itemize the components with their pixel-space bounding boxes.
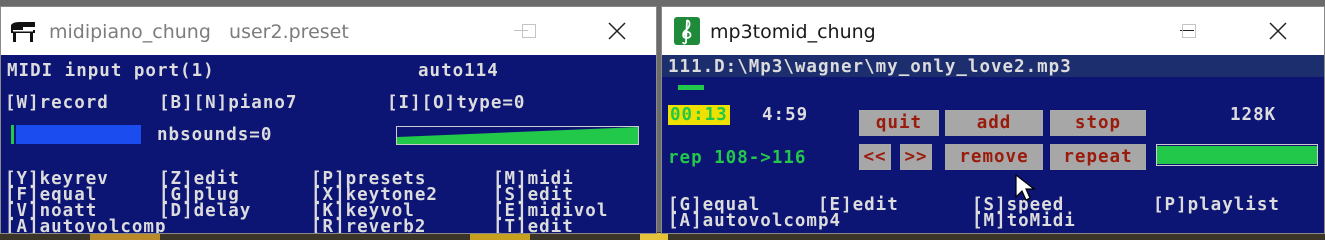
type-option[interactable]: [I][O]type=0 xyxy=(387,94,525,112)
next-button[interactable]: >> xyxy=(900,144,932,170)
rep-label: rep 108->116 xyxy=(668,148,807,168)
midipiano-window[interactable]: midipiano_chung user2.preset MIDI input … xyxy=(0,6,657,234)
menu-item[interactable]: [T]edit xyxy=(493,218,574,233)
playback-position-marker[interactable] xyxy=(678,85,704,90)
desktop-icon xyxy=(90,233,160,240)
maximize-button[interactable] xyxy=(506,13,552,49)
midipiano-client[interactable]: MIDI input port(1) auto114 [W]record [B]… xyxy=(1,55,656,233)
file-path: 111.D:\Mp3\wagner\my_only_love2.mp3 xyxy=(668,57,1072,77)
desktop-icon xyxy=(640,233,668,240)
repeat-button[interactable]: repeat xyxy=(1050,144,1146,170)
treble-clef-icon xyxy=(674,17,700,45)
menu-item[interactable]: [A]autovolcomp xyxy=(5,218,167,233)
menu-item[interactable]: [A]autovolcomp4 xyxy=(668,212,841,230)
remove-button[interactable]: remove xyxy=(945,144,1043,170)
path-bar: 111.D:\Mp3\wagner\my_only_love2.mp3 xyxy=(662,55,1324,77)
prev-button[interactable]: << xyxy=(859,144,891,170)
maximize-button[interactable] xyxy=(1166,13,1212,49)
volume-meter xyxy=(396,126,639,145)
menu-item[interactable]: [M]toMidi xyxy=(972,212,1076,230)
level-marker xyxy=(11,125,14,144)
elapsed-time: 00:13 xyxy=(668,105,730,125)
menu-item[interactable]: [R]reverb2 xyxy=(311,218,426,233)
mouse-cursor-icon xyxy=(1014,173,1038,203)
total-time: 4:59 xyxy=(762,105,809,125)
desktop-icon xyxy=(470,233,530,240)
close-button[interactable] xyxy=(1255,13,1301,49)
input-level-bar xyxy=(16,125,141,144)
mp3tomid-client[interactable]: 111.D:\Mp3\wagner\my_only_love2.mp3 00:1… xyxy=(662,55,1324,233)
piano-option[interactable]: [B][N]piano7 xyxy=(159,94,297,112)
bitrate: 128K xyxy=(1230,105,1277,125)
add-button[interactable]: add xyxy=(945,110,1043,136)
stop-button[interactable]: stop xyxy=(1050,110,1146,136)
quit-button[interactable]: quit xyxy=(859,110,939,136)
record-option[interactable]: [W]record xyxy=(5,94,109,112)
volume-meter xyxy=(1156,144,1318,166)
nbsounds-label: nbsounds=0 xyxy=(157,125,273,145)
menu-item[interactable]: [P]playlist xyxy=(1153,196,1280,214)
menu-item[interactable]: [D]delay xyxy=(159,202,251,220)
window-title: midipiano_chung user2.preset xyxy=(49,21,349,43)
mp3tomid-window[interactable]: mp3tomid_chung 111.D:\Mp3\wagner\my_only… xyxy=(661,6,1325,234)
piano-icon xyxy=(9,21,37,43)
window-title: mp3tomid_chung xyxy=(710,21,876,43)
close-button[interactable] xyxy=(594,13,640,49)
titlebar[interactable]: midipiano_chung user2.preset xyxy=(1,7,656,55)
titlebar[interactable]: mp3tomid_chung xyxy=(662,7,1324,55)
auto-label: auto114 xyxy=(418,61,499,81)
midi-input-port: MIDI input port(1) xyxy=(7,61,215,81)
